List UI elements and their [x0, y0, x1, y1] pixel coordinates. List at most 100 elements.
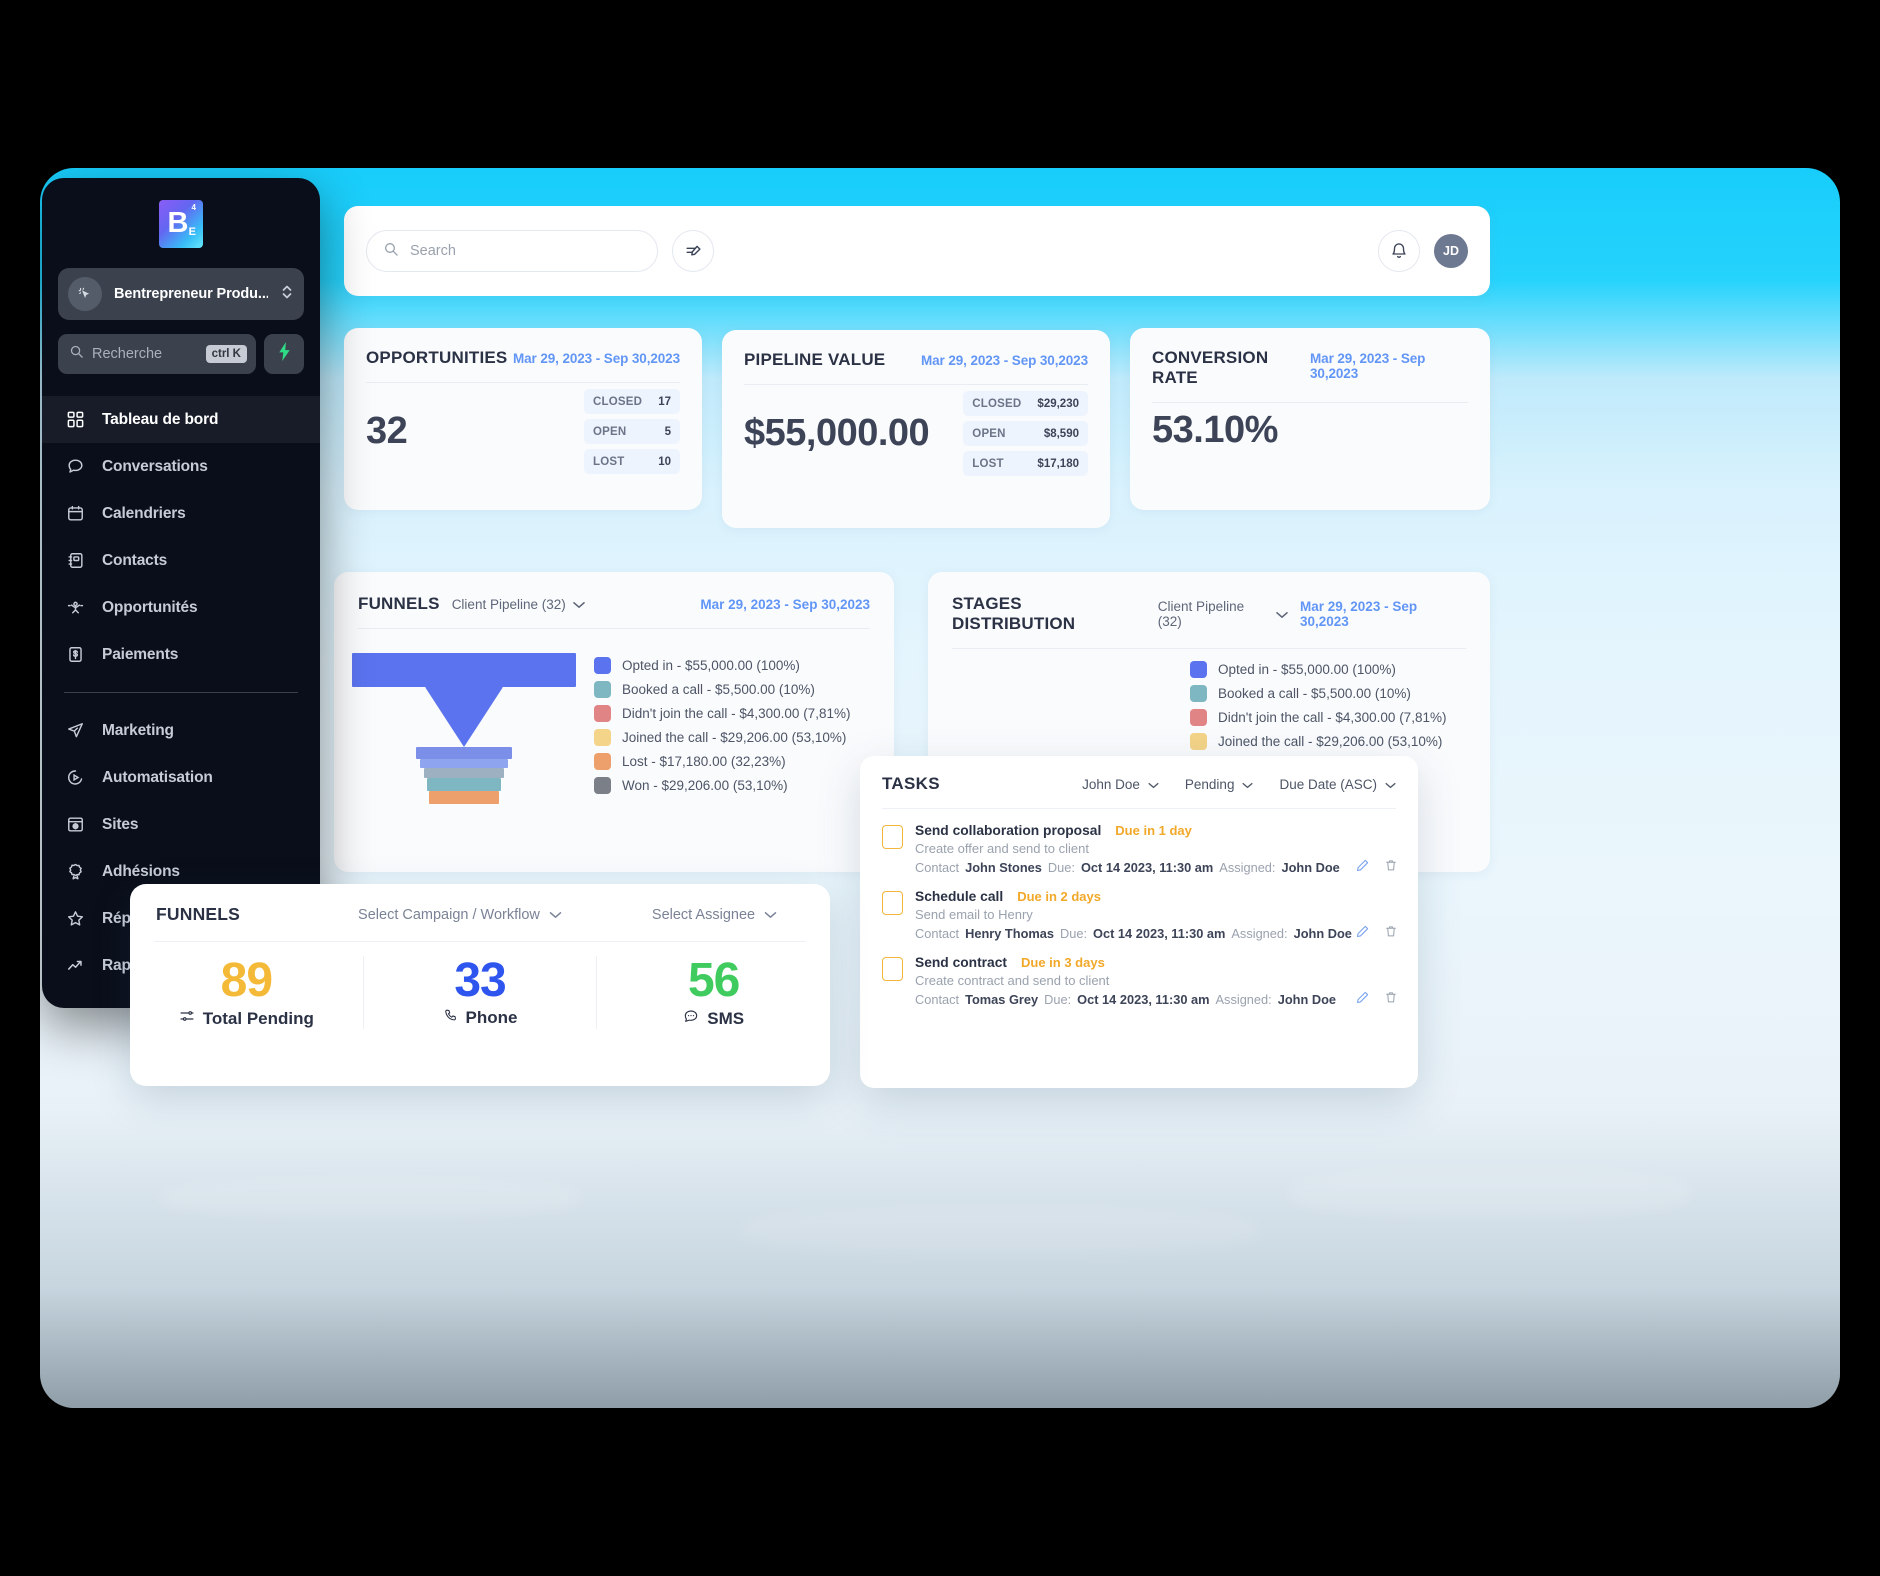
contacts-book-icon — [64, 550, 86, 572]
task-content: Send contract Due in 3 days Create contr… — [915, 955, 1396, 1007]
legend-label: Joined the call - $29,206.00 (53,10%) — [1218, 734, 1443, 749]
kpi-value: 53.10% — [1152, 409, 1278, 451]
due-label: Due: — [1047, 860, 1075, 875]
chip-label: CLOSED — [593, 395, 643, 408]
panel-date-range[interactable]: Mar 29, 2023 - Sep 30,2023 — [1300, 599, 1466, 629]
task-description: Create offer and send to client — [915, 841, 1089, 856]
pencil-icon[interactable] — [1355, 990, 1370, 1005]
legend-swatch — [594, 753, 611, 770]
filter-label: John Doe — [1082, 776, 1140, 792]
task-due-date: Oct 14 2023, 11:30 am — [1080, 860, 1214, 875]
sidebar-item-label: Marketing — [102, 721, 174, 739]
pencil-icon[interactable] — [1355, 858, 1370, 873]
trash-icon[interactable] — [1384, 858, 1398, 873]
pipeline-selector[interactable]: Client Pipeline (32) — [1158, 599, 1288, 629]
sidebar-item-opportunites[interactable]: Opportunités — [42, 584, 320, 631]
kpi-date-range[interactable]: Mar 29, 2023 - Sep 30,2023 — [921, 353, 1088, 368]
funnel-segment-didnt-join — [420, 759, 508, 768]
kpi-card-conversion-rate: CONVERSION RATE Mar 29, 2023 - Sep 30,20… — [1130, 328, 1490, 510]
stats-row: 89 Total Pending 33 Phone 56 SMS — [130, 942, 830, 1030]
kpi-value: $55,000.00 — [744, 412, 930, 454]
funnels-panel: FUNNELS Client Pipeline (32) Mar 29, 202… — [334, 572, 894, 872]
filter-status[interactable]: Pending — [1185, 777, 1254, 792]
tasks-panel: TASKS John Doe Pending Due Date (ASC) Se… — [860, 756, 1418, 1088]
select-assignee-label: Select Assignee — [651, 906, 756, 923]
legend-label: Didn't join the call - $4,300.00 (7,81%) — [1218, 710, 1447, 725]
funnel-segment-opted-in-taper — [425, 687, 503, 747]
task-checkbox[interactable] — [882, 957, 903, 981]
sidebar-item-automatisation[interactable]: Automatisation — [42, 754, 320, 801]
sidebar-item-label: Calendriers — [102, 504, 186, 522]
sidebar-item-label: Adhésions — [102, 862, 180, 880]
avatar[interactable]: JD — [1434, 234, 1468, 268]
select-campaign-workflow[interactable]: Select Campaign / Workflow — [358, 907, 562, 923]
star-icon — [64, 908, 86, 930]
task-content: Send collaboration proposal Due in 1 day… — [915, 823, 1396, 875]
task-due-badge: Due in 2 days — [1017, 889, 1101, 904]
chevron-down-icon — [764, 907, 777, 923]
task-title-row: Send collaboration proposal Due in 1 day — [915, 823, 1396, 838]
sidebar-item-tableau-de-bord[interactable]: Tableau de bord — [42, 396, 320, 443]
trash-icon[interactable] — [1384, 990, 1398, 1005]
filter-sort[interactable]: Due Date (ASC) — [1279, 777, 1396, 792]
quick-action-button[interactable] — [672, 230, 714, 272]
task-checkbox[interactable] — [882, 891, 903, 915]
panel-date-range[interactable]: Mar 29, 2023 - Sep 30,2023 — [700, 597, 870, 612]
task-due-date: Oct 14 2023, 11:30 am — [1093, 926, 1226, 941]
stat-total-pending: 89 Total Pending — [130, 955, 363, 1029]
sidebar-item-paiements[interactable]: Paiements — [42, 631, 320, 678]
legend-swatch — [594, 705, 611, 722]
legend-item: Booked a call - $5,500.00 (10%) — [1190, 685, 1490, 702]
kpi-date-range[interactable]: Mar 29, 2023 - Sep 30,2023 — [1310, 351, 1468, 381]
legend-label: Won - $29,206.00 (53,10%) — [622, 778, 788, 793]
sidebar-item-conversations[interactable]: Conversations — [42, 443, 320, 490]
chip-label: LOST — [972, 457, 1004, 470]
account-switcher[interactable]: Bentrepreneur Produ... — [58, 268, 304, 320]
quick-action-button[interactable] — [264, 334, 304, 374]
due-label: Due: — [1060, 926, 1088, 941]
pencil-icon[interactable] — [1355, 924, 1370, 939]
filter-assignee[interactable]: John Doe — [1082, 777, 1159, 792]
legend-label: Didn't join the call - $4,300.00 (7,81%) — [622, 706, 851, 721]
search-icon — [383, 241, 399, 262]
stat-sms: 56 SMS — [596, 955, 830, 1030]
select-assignee[interactable]: Select Assignee — [652, 907, 777, 923]
task-assignee: John Doe — [1277, 992, 1337, 1007]
task-assignee: John Doe — [1293, 926, 1352, 941]
logo-sup: 4 — [191, 203, 196, 212]
play-circle-icon — [64, 767, 86, 789]
search-input[interactable]: Recherche ctrl K — [58, 334, 256, 374]
notifications-button[interactable] — [1378, 230, 1420, 272]
top-bar: Search JD — [344, 206, 1490, 296]
sidebar-item-contacts[interactable]: Contacts — [42, 537, 320, 584]
stages-legend: Opted in - $55,000.00 (100%) Booked a ca… — [928, 649, 1490, 750]
task-row: Send contract Due in 3 days Create contr… — [860, 941, 1418, 1007]
chip-label: CLOSED — [972, 397, 1022, 410]
pipeline-selector[interactable]: Client Pipeline (32) — [452, 597, 585, 612]
chevron-down-icon — [1385, 777, 1396, 792]
legend-swatch — [1190, 661, 1207, 678]
sidebar-item-sites[interactable]: Sites — [42, 801, 320, 848]
task-meta: Contact Tomas Grey Due: Oct 14 2023, 11:… — [915, 992, 1396, 1007]
task-due-badge: Due in 3 days — [1021, 955, 1105, 970]
panel-header: STAGES DISTRIBUTION Client Pipeline (32)… — [928, 572, 1490, 634]
legend-item: Opted in - $55,000.00 (100%) — [1190, 661, 1490, 678]
chevron-down-icon — [1242, 777, 1253, 792]
sidebar-item-calendriers[interactable]: Calendriers — [42, 490, 320, 537]
task-checkbox[interactable] — [882, 825, 903, 849]
chip-label: LOST — [593, 455, 625, 468]
task-description: Create contract and send to client — [915, 973, 1110, 988]
task-title-row: Schedule call Due in 2 days — [915, 889, 1396, 904]
kpi-date-range[interactable]: Mar 29, 2023 - Sep 30,2023 — [513, 351, 680, 366]
search-input[interactable]: Search — [366, 230, 658, 272]
search-placeholder: Recherche — [92, 346, 163, 362]
trash-icon[interactable] — [1384, 924, 1398, 939]
sidebar-item-marketing[interactable]: Marketing — [42, 707, 320, 754]
sidebar-item-label: Paiements — [102, 645, 179, 663]
sidebar-item-label: Conversations — [102, 457, 208, 475]
contact-label: Contact — [915, 992, 960, 1007]
legend-label: Opted in - $55,000.00 (100%) — [1218, 662, 1396, 677]
sidebar-divider — [64, 692, 298, 693]
task-due-date: Oct 14 2023, 11:30 am — [1077, 992, 1210, 1007]
dashboard-grid-icon — [64, 409, 86, 431]
